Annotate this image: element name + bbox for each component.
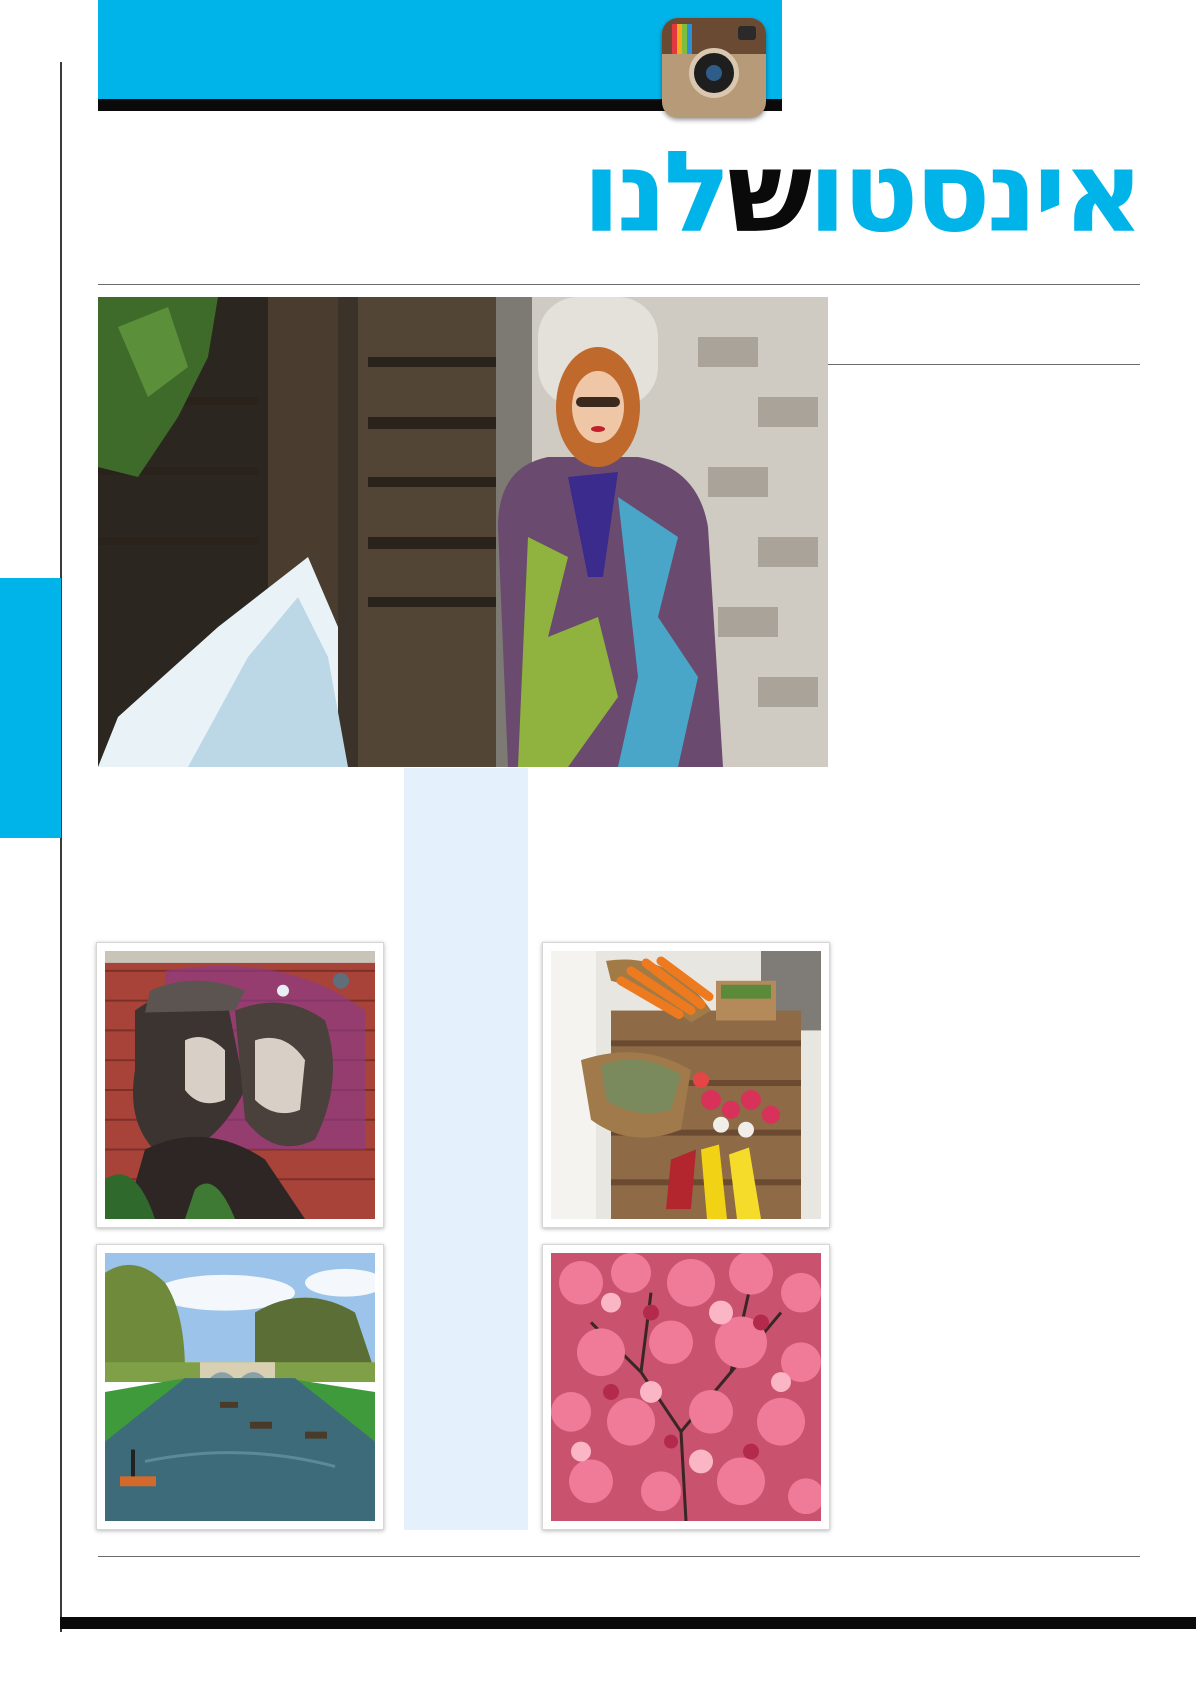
page-title: אינסטושלנו bbox=[582, 128, 1144, 258]
cherry-blossom-photo bbox=[542, 1244, 830, 1530]
bottom-bar bbox=[60, 1617, 1196, 1629]
vegetable-stall-photo bbox=[542, 942, 830, 1228]
left-margin-rule bbox=[60, 62, 62, 1632]
top-divider bbox=[98, 284, 1140, 285]
title-accent: ש bbox=[727, 128, 812, 258]
title-part-1: אינסטו bbox=[808, 128, 1144, 258]
pale-column-panel bbox=[404, 768, 528, 1530]
river-punting-photo bbox=[96, 1244, 384, 1530]
section-tab bbox=[0, 578, 61, 838]
street-mural-photo bbox=[96, 942, 384, 1228]
instagram-camera-icon bbox=[662, 18, 766, 118]
main-portrait-photo bbox=[98, 297, 828, 767]
bottom-divider bbox=[98, 1556, 1140, 1557]
side-divider bbox=[828, 364, 1140, 365]
title-part-2: לנו bbox=[582, 128, 731, 258]
